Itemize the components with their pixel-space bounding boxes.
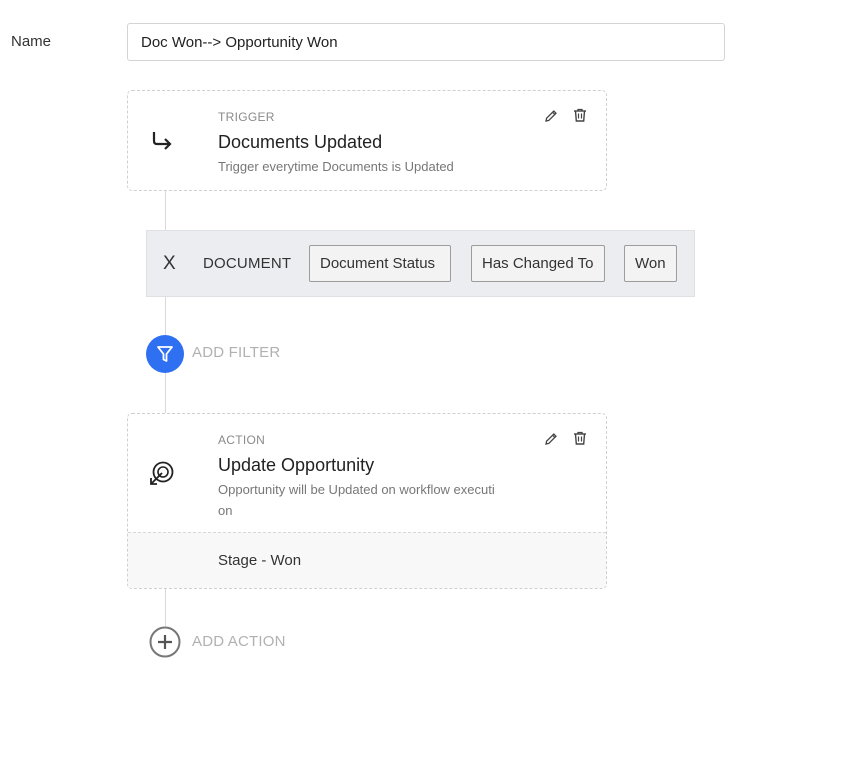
funnel-icon [157,346,173,362]
action-detail-text: Stage - Won [218,552,302,569]
filter-condition-row: X DOCUMENT Document Status Has Changed T… [146,230,695,297]
plus-circle-icon[interactable] [149,626,181,658]
connector-line [165,589,166,626]
action-description-line: on [218,503,233,518]
filter-value-select[interactable]: Won [624,245,677,282]
action-type-label: ACTION [218,433,266,447]
name-label: Name [11,33,52,50]
connector-line [165,297,166,335]
edit-pencil-icon[interactable] [543,108,559,124]
arrow-turn-down-right-icon [152,132,172,150]
action-description: Opportunity will be Updated on workflow … [218,479,518,521]
trigger-description: Trigger everytime Documents is Updated [218,159,454,174]
filter-entity-label: DOCUMENT [203,255,292,272]
trigger-type-label: TRIGGER [218,110,275,124]
connector-line [165,373,166,413]
action-description-line: Opportunity will be Updated on workflow … [218,482,495,497]
connector-line [165,191,166,231]
target-arrow-icon [150,461,174,485]
action-detail-panel: Stage - Won [128,532,606,588]
add-filter-label[interactable]: ADD FILTER [192,344,280,361]
add-filter-button[interactable] [146,335,184,373]
action-title: Update Opportunity [218,455,375,475]
remove-filter-button[interactable]: X [163,253,176,275]
workflow-name-input[interactable] [127,23,725,61]
filter-field-select[interactable]: Document Status [309,245,451,282]
trash-icon[interactable] [572,430,588,446]
action-card[interactable]: ACTION Update Opportunity Opportunity wi… [127,413,607,589]
trigger-card[interactable]: TRIGGER Documents Updated Trigger everyt… [127,90,607,191]
add-action-label[interactable]: ADD ACTION [192,633,286,650]
edit-pencil-icon[interactable] [543,431,559,447]
filter-operator-select[interactable]: Has Changed To [471,245,605,282]
trigger-title: Documents Updated [218,132,383,152]
trash-icon[interactable] [572,107,588,123]
